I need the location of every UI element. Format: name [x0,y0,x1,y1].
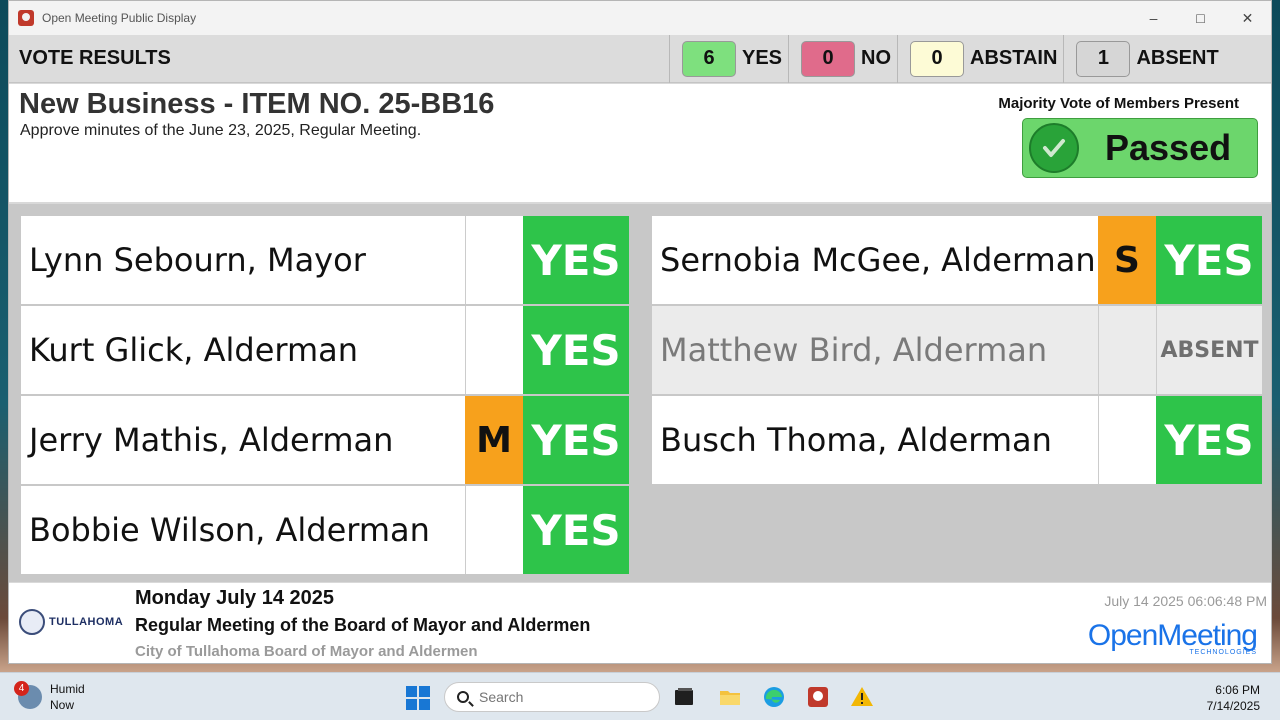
motion-tag [465,486,523,574]
maximize-icon[interactable]: □ [1177,1,1224,35]
app-window: Open Meeting Public Display – □ ✕ VOTE R… [8,0,1272,664]
vote-cell: YES [523,486,629,574]
openmeeting-logo: OpenMeeting TECHNOLOGIES [1087,619,1258,656]
vote-results-header: VOTE RESULTS 6 YES 0 NO 0 ABSTAIN 1 ABSE… [9,34,1271,83]
member-row: Jerry Mathis, Alderman M YES [21,396,629,484]
motion-tag [1098,396,1156,484]
title-bar: Open Meeting Public Display – □ ✕ [9,1,1271,35]
vote-cell: YES [1156,216,1262,304]
tally-no-label: NO [861,47,892,69]
start-icon[interactable] [406,686,430,710]
app-icon [18,10,34,26]
motion-tag: M [465,396,523,484]
tally-absent-label: ABSENT [1136,47,1219,69]
tally-yes-count: 6 [682,40,736,77]
result-badge: Passed [1022,118,1258,178]
member-name: Kurt Glick, Alderman [21,306,465,394]
meeting-name: Regular Meeting of the Board of Mayor an… [135,615,591,635]
meeting-date: Monday July 14 2025 [135,587,334,609]
taskbar: 4 Humid Now 6:06 PM 7/14/2025 [0,672,1280,720]
taskbar-search[interactable] [444,682,660,712]
city-logo-text: TULLAHOMA [49,616,124,628]
member-row: Lynn Sebourn, Mayor YES [21,216,629,304]
vote-cell: YES [523,396,629,484]
meeting-footer: TULLAHOMA Monday July 14 2025 Regular Me… [9,583,1271,663]
search-input[interactable] [479,689,639,705]
member-name: Lynn Sebourn, Mayor [21,216,465,304]
member-row: Bobbie Wilson, Alderman YES [21,486,629,574]
member-name: Bobbie Wilson, Alderman [21,486,465,574]
tally-yes-label: YES [742,47,783,69]
tally-no: 0 NO [788,34,897,83]
display-timestamp: July 14 2025 06:06:48 PM [1104,593,1267,609]
window-title: Open Meeting Public Display [42,11,197,25]
motion-tag [1098,306,1156,394]
edge-browser-icon[interactable] [762,685,786,709]
minimize-icon[interactable]: – [1130,1,1177,35]
tally-absent: 1 ABSENT [1063,34,1224,83]
vote-cell: YES [523,216,629,304]
notification-badge: 4 [14,681,29,696]
meeting-body: City of Tullahoma Board of Mayor and Ald… [135,643,478,660]
tally-yes: 6 YES [669,34,788,83]
clock-date: 7/14/2025 [1206,699,1260,713]
member-name: Sernobia McGee, Alderman [652,216,1098,304]
member-roster: Lynn Sebourn, Mayor YES Kurt Glick, Alde… [9,204,1271,582]
system-clock[interactable]: 6:06 PM 7/14/2025 [1207,682,1260,714]
member-row: Busch Thoma, Alderman YES [652,396,1262,484]
weather-text: Humid Now [50,681,85,713]
openmeeting-logo-text: OpenMeeting [1087,619,1258,652]
member-row: Sernobia McGee, Alderman S YES [652,216,1262,304]
close-icon[interactable]: ✕ [1224,1,1271,35]
vote-cell: ABSENT [1156,306,1262,394]
clock-time: 6:06 PM [1215,683,1260,697]
vote-rule: Majority Vote of Members Present [998,95,1239,112]
weather-icon: 4 [14,681,42,709]
agenda-item-panel: New Business - ITEM NO. 25-BB16 Approve … [9,84,1271,202]
search-icon [457,691,469,703]
second-tag: S [1098,216,1156,304]
item-title: New Business - ITEM NO. 25-BB16 [19,88,495,120]
item-description: Approve minutes of the June 23, 2025, Re… [20,122,422,139]
task-view-icon[interactable] [672,685,696,709]
tally-absent-count: 1 [1076,40,1131,77]
member-name: Matthew Bird, Alderman [652,306,1098,394]
member-row: Matthew Bird, Alderman ABSENT [652,306,1262,394]
weather-widget[interactable]: 4 Humid Now [14,681,85,713]
vote-cell: YES [523,306,629,394]
tally-abstain-label: ABSTAIN [970,47,1058,69]
member-row: Kurt Glick, Alderman YES [21,306,629,394]
member-name: Jerry Mathis, Alderman [21,396,465,484]
warning-icon[interactable] [850,685,874,709]
result-label: Passed [1105,127,1232,168]
check-icon [1029,123,1079,173]
member-name: Busch Thoma, Alderman [652,396,1098,484]
motion-tag [465,216,523,304]
tally-abstain-count: 0 [910,40,965,77]
tally-no-count: 0 [801,40,856,77]
city-logo: TULLAHOMA [19,605,127,639]
weather-title: Humid [50,682,85,696]
window-controls: – □ ✕ [1130,1,1271,35]
tally-abstain: 0 ABSTAIN [897,34,1063,83]
file-explorer-icon[interactable] [718,685,742,709]
motion-tag [465,306,523,394]
vote-cell: YES [1156,396,1262,484]
weather-sub: Now [50,698,75,712]
city-seal-icon [19,609,45,635]
vote-results-title: VOTE RESULTS [19,47,171,69]
openmeeting-app-icon[interactable] [806,685,830,709]
